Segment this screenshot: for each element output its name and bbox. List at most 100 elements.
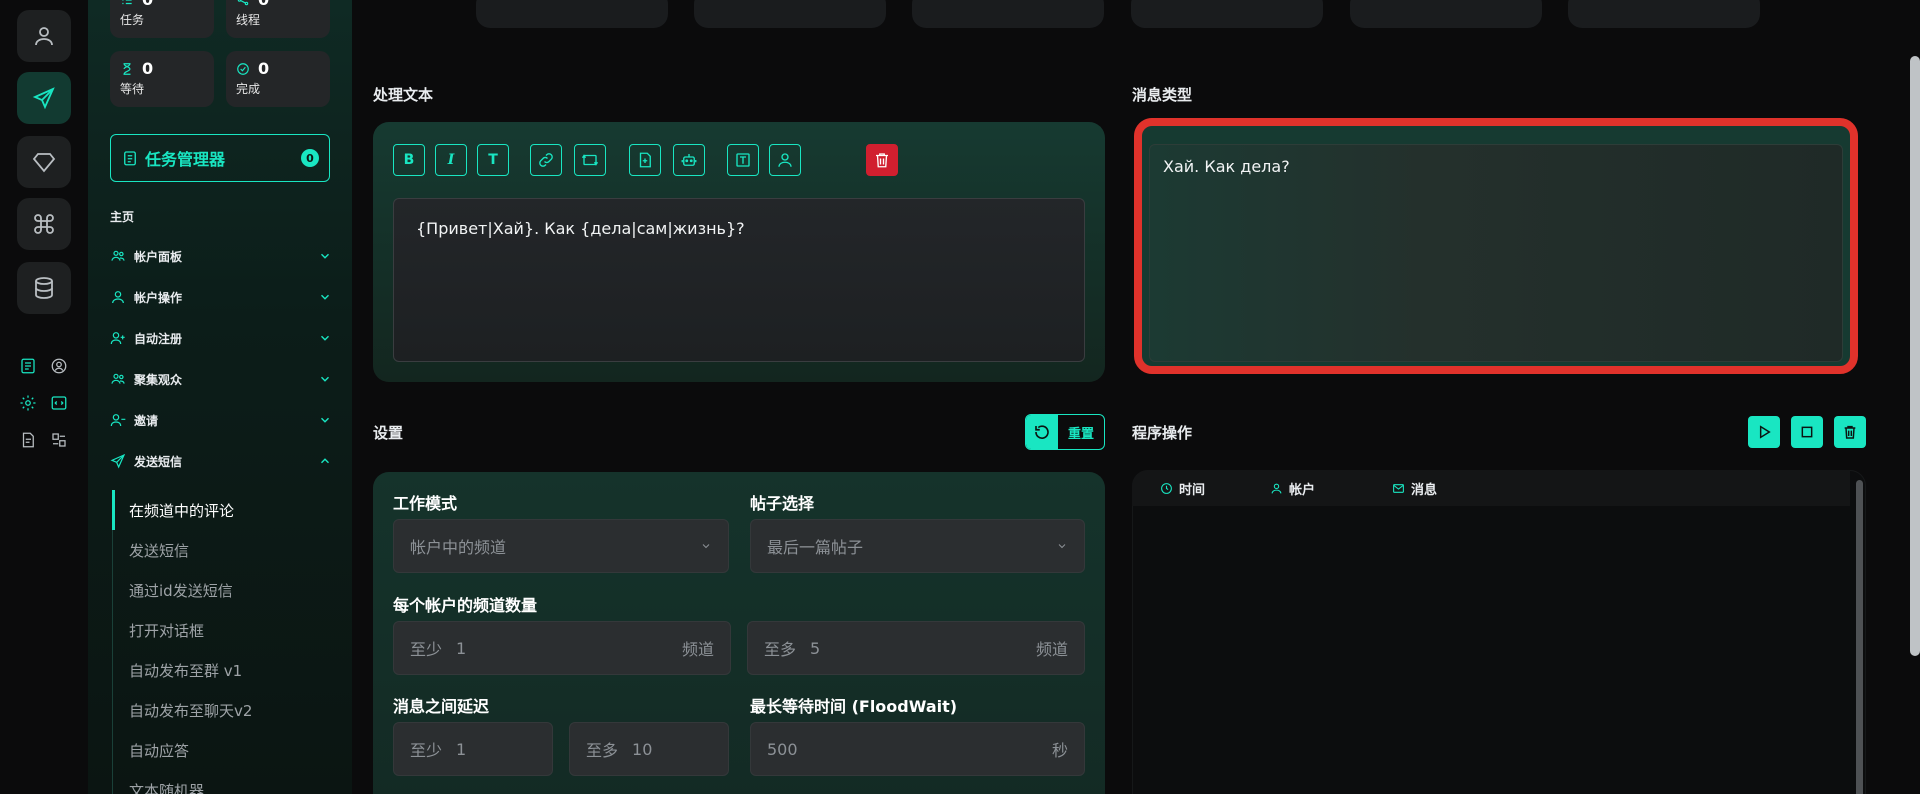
floodwait-unit: 秒 [1051,741,1068,760]
sidebar: 0 任务 0 线程 0 等待 0 完成 任务管理器 0 主页 帐户面板 帐户操 [88,0,352,794]
subnav-item-auto-reply[interactable]: 自动应答 [112,730,332,770]
subnav-item-autopost-group-v1[interactable]: 自动发布至群 v1 [112,650,332,690]
gear-icon[interactable] [18,393,38,413]
channels-max-input[interactable]: 至多 5 频道 [747,621,1085,675]
message-template-textarea[interactable]: {Привет|Хай}. Как {дела|сам|жизнь}? [393,198,1085,362]
hourglass-icon [123,62,131,75]
nav-account-actions[interactable]: 帐户操作 [110,285,332,309]
floodwait-input[interactable]: 500 秒 [750,722,1085,776]
post-select-select[interactable]: 最后一篇帖子 [750,519,1085,573]
stat-label: 线程 [236,13,261,27]
rail-database-button[interactable] [17,262,71,314]
stat-tasks: 0 任务 [110,0,214,38]
stat-waiting: 0 等待 [110,51,214,107]
clear-text-button[interactable] [866,144,898,176]
top-card [1131,0,1323,28]
log-header: 时间 帐户 消息 [1132,470,1850,506]
nav-account-panel[interactable]: 帐户面板 [110,244,332,268]
chevron-down-icon [321,376,329,382]
bold-button[interactable]: B [393,144,425,176]
nav-gather-audience[interactable]: 聚集观众 [110,367,332,391]
start-button[interactable] [1748,416,1780,448]
chevron-down-icon [1058,544,1066,549]
rail-diamond-button[interactable] [17,136,71,188]
reset-icon [1035,425,1049,439]
work-mode-select[interactable]: 帐户中的频道 [393,519,729,573]
clear-log-button[interactable] [1834,416,1866,448]
page-scrollbar[interactable] [1910,56,1920,656]
subnav-item-send-by-id[interactable]: 通过id发送短信 [112,570,332,610]
trash-icon [876,153,888,168]
delay-max-value: 10 [632,739,653,759]
subnav-item-autopost-chat-v2[interactable]: 自动发布至聊天v2 [112,690,332,730]
floodwait-value: 500 [767,739,798,759]
chevron-down-icon [321,417,329,423]
link-icon [539,153,553,167]
subnav-item-channel-comments[interactable]: 在频道中的评论 [112,490,332,530]
clipboard-icon [124,151,136,166]
channels-min-input[interactable]: 至少 1 频道 [393,621,731,675]
max-prefix: 至多 [586,741,619,760]
program-ops-label: 程序操作 [1132,424,1193,442]
reset-button[interactable]: 重置 [1025,414,1105,450]
rail-send-button[interactable] [17,72,71,124]
min-prefix: 至少 [410,640,443,659]
delay-max-input[interactable]: 至多 10 [569,722,729,776]
users-icon [111,373,125,384]
stat-value: 0 [142,59,154,78]
icon-rail [0,0,88,794]
stat-value: 0 [258,59,270,78]
user-icon [112,291,124,304]
task-manager-button[interactable]: 任务管理器 0 [110,134,330,182]
rail-command-button[interactable] [17,198,71,250]
nav-invite[interactable]: 邀请 [110,408,332,432]
file-icon[interactable] [18,430,38,450]
robot-icon [681,154,697,166]
top-card [476,0,668,28]
nav-auto-register[interactable]: 自动注册 [110,326,332,350]
insert-file-button[interactable] [629,144,661,176]
chevron-up-icon [321,458,329,464]
subnav-item-text-randomizer[interactable]: 文本随机器 [112,770,332,794]
database-icon [35,277,53,299]
layout-icon[interactable] [49,430,69,450]
nav-label: 帐户面板 [134,249,183,264]
italic-button[interactable]: I [435,144,467,176]
log-col-label: 时间 [1179,482,1206,498]
refresh-frame-icon [581,154,599,166]
code-icon[interactable] [49,393,69,413]
user-tag-button[interactable] [769,144,801,176]
stop-button[interactable] [1791,416,1823,448]
message-type-label: 消息类型 [1132,86,1193,104]
trash-icon [1844,425,1856,439]
text-glyph: T [488,152,498,168]
nav-label: 发送短信 [134,454,183,469]
text-button[interactable]: T [477,144,509,176]
play-icon [1759,425,1771,439]
log-scrollbar[interactable] [1856,480,1863,794]
text-frame-button[interactable] [727,144,759,176]
user-circle-icon[interactable] [49,356,69,376]
bold-glyph: B [403,152,415,168]
spoiler-button[interactable] [574,144,606,176]
user-icon [35,27,53,46]
task-manager-label: 任务管理器 [145,150,226,169]
subnav-item-open-dialog[interactable]: 打开对话框 [112,610,332,650]
log-col-time: 时间 [1160,479,1270,498]
top-card [912,0,1104,28]
task-count-badge: 0 [301,149,319,167]
log-col-account: 帐户 [1270,479,1392,498]
channels-max-value: 5 [810,638,821,658]
nav-send-sms[interactable]: 发送短信 [110,449,332,473]
log-panel [1132,470,1866,794]
list-icon[interactable] [18,356,38,376]
rail-user-button[interactable] [17,10,71,62]
file-plus-icon [639,152,651,168]
user-icon [1271,483,1282,493]
bot-button[interactable] [673,144,705,176]
stat-done: 0 完成 [226,51,330,107]
subnav-item-send-sms[interactable]: 发送短信 [112,530,332,570]
delay-min-input[interactable]: 至少 1 [393,722,553,776]
share-icon [237,0,249,5]
link-button[interactable] [530,144,562,176]
